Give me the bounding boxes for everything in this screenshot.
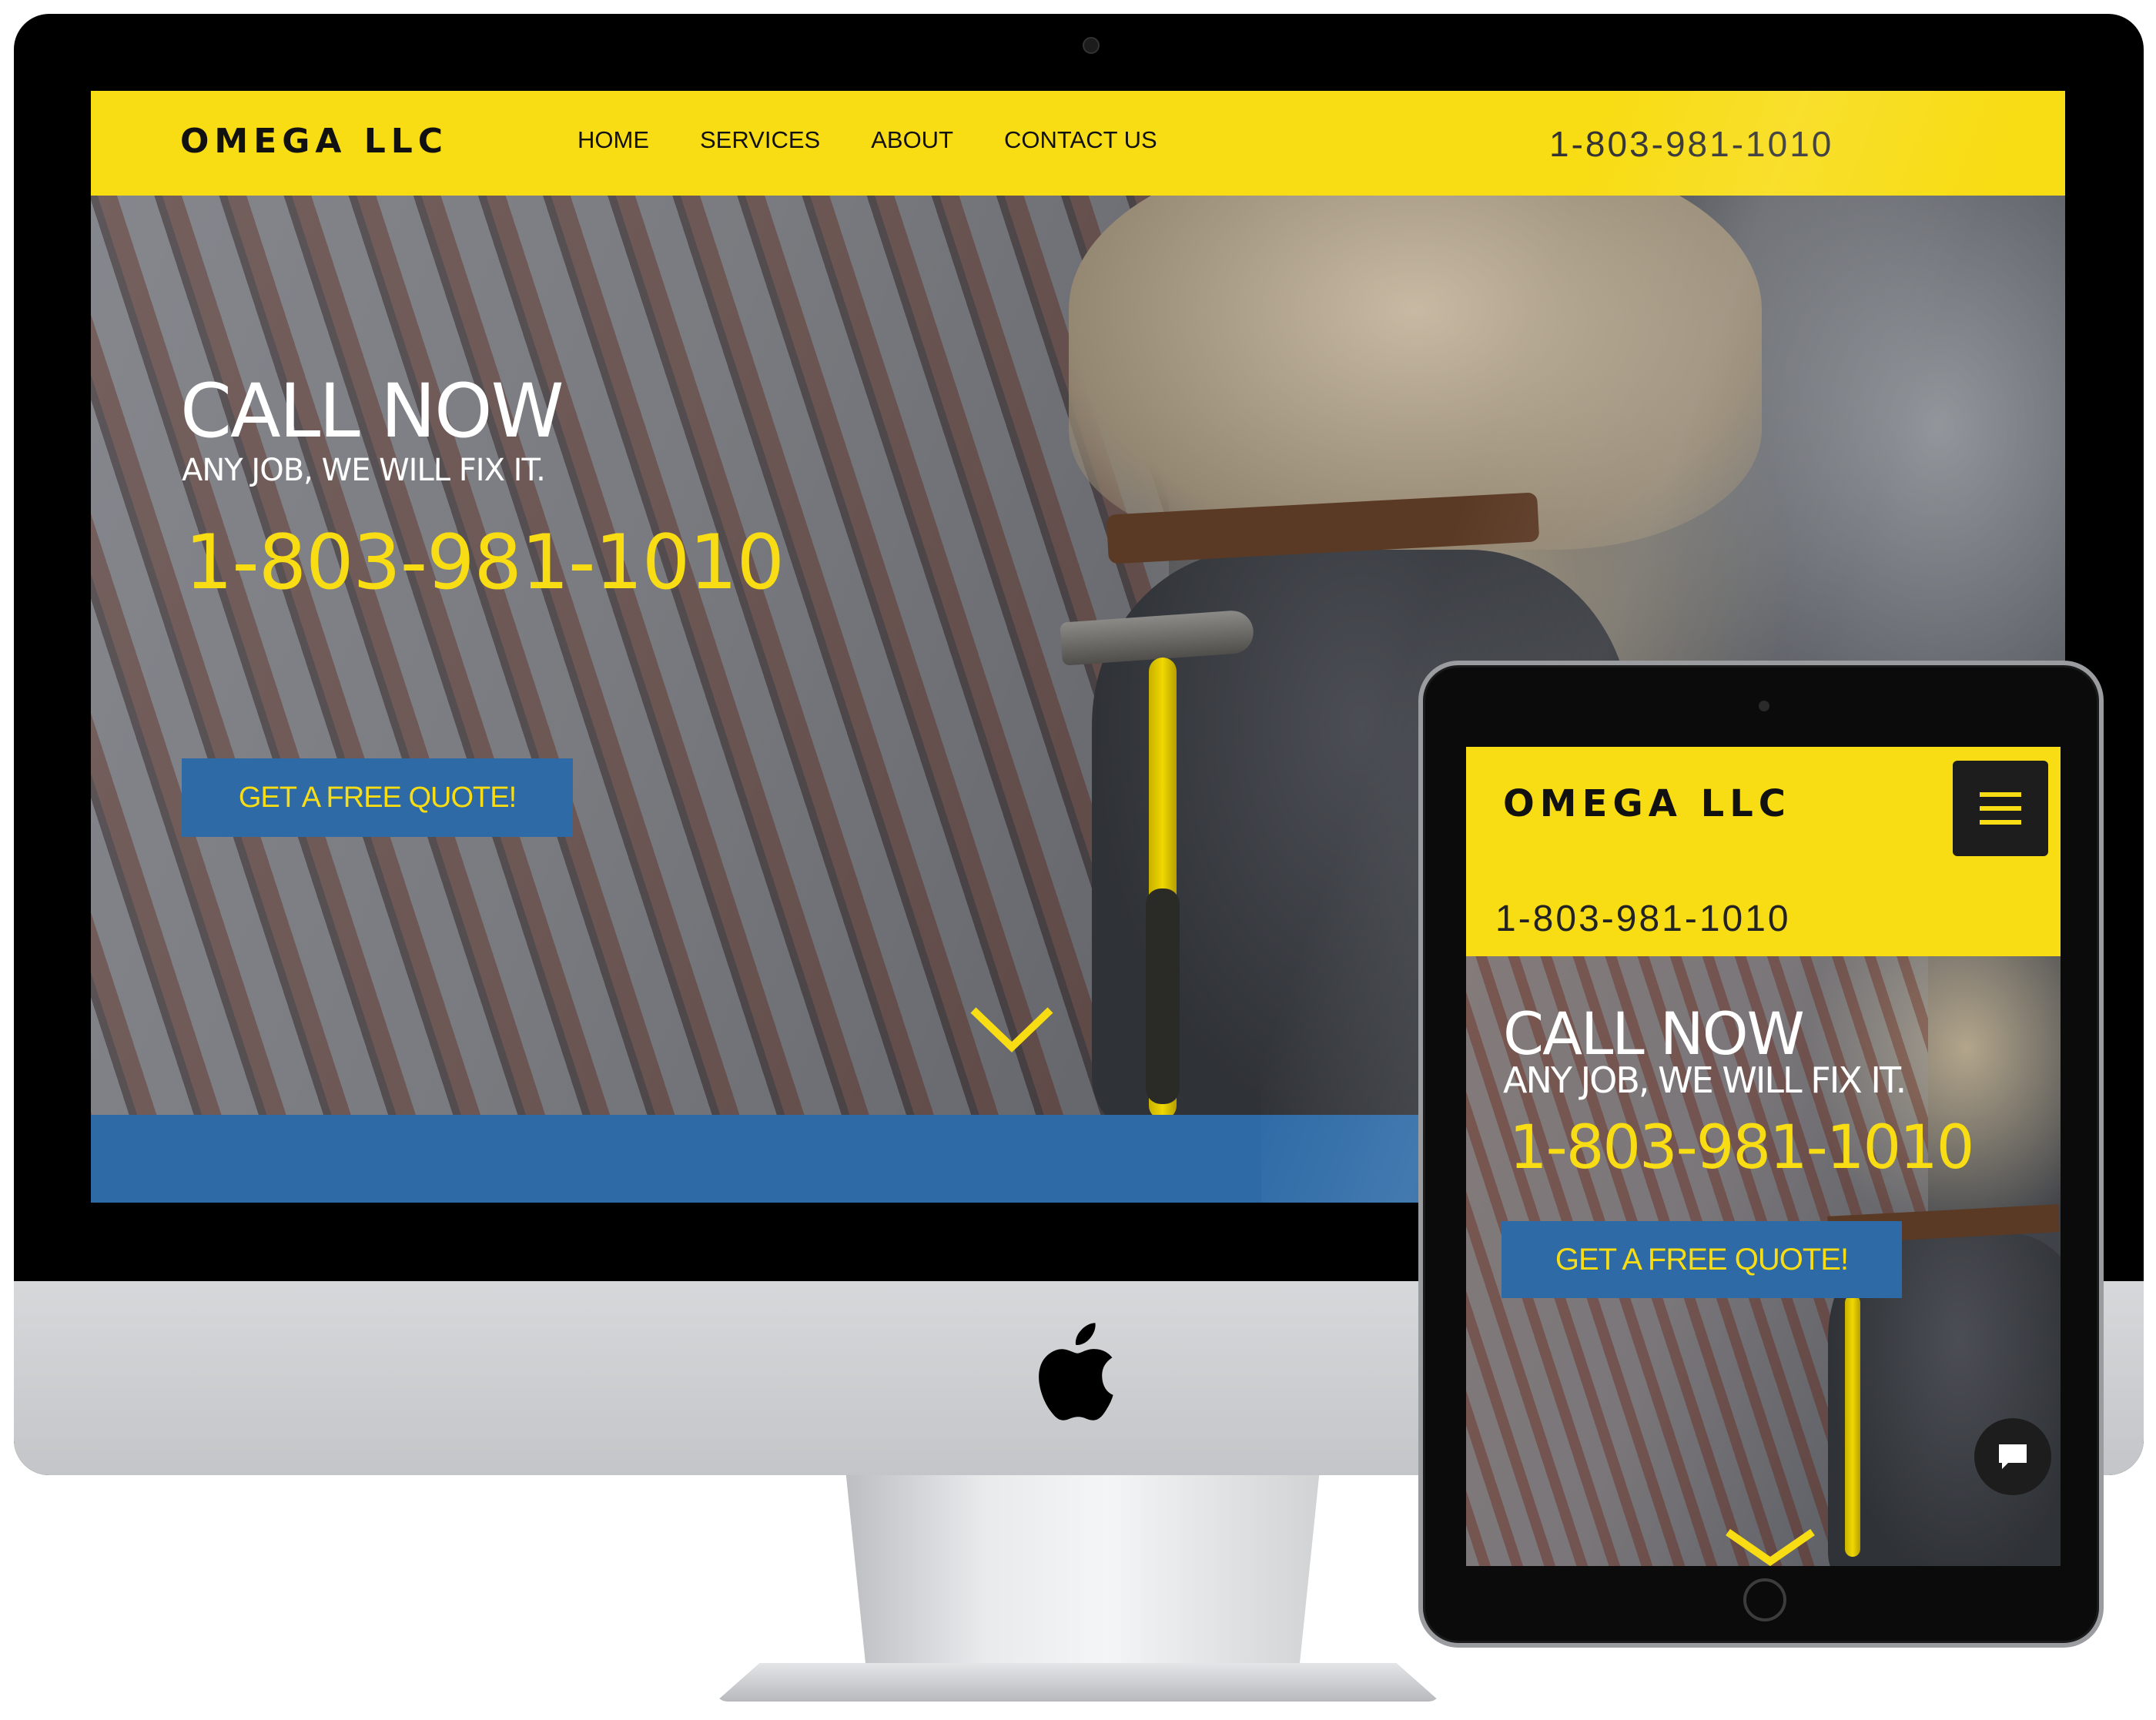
tablet-header-phone-number[interactable]: 1-803-981-1010 [1495, 898, 1791, 940]
tablet-get-free-quote-button[interactable]: GET A FREE QUOTE! [1502, 1221, 1902, 1298]
tablet-hero-subheadline: ANY JOB, WE WILL FIX IT. [1503, 1059, 1907, 1101]
get-free-quote-button[interactable]: GET A FREE QUOTE! [182, 758, 573, 837]
tablet-camera-icon [1759, 701, 1769, 711]
tablet-screen: OMEGA LLC 1-803-981-1010 CALL NOW ANY JO… [1466, 747, 2061, 1566]
scroll-down-chevron-icon[interactable] [969, 1006, 1055, 1053]
menu-bar [1980, 806, 2021, 811]
tablet-device-frame: OMEGA LLC 1-803-981-1010 CALL NOW ANY JO… [1418, 661, 2104, 1648]
imac-stand [845, 1475, 1320, 1666]
tablet-scroll-down-chevron-icon[interactable] [1723, 1528, 1817, 1566]
hamburger-menu-icon[interactable] [1953, 761, 2048, 856]
tablet-hero-phone-number[interactable]: 1-803-981-1010 [1509, 1113, 1974, 1183]
menu-bar [1980, 792, 2021, 797]
site-logo[interactable]: OMEGA LLC [180, 122, 448, 161]
nav-item-contact-us[interactable]: CONTACT US [1004, 126, 1157, 154]
tablet-hero-section: CALL NOW ANY JOB, WE WILL FIX IT. 1-803-… [1466, 956, 2061, 1566]
camera-icon [1083, 37, 1100, 54]
tablet-hammer-image [1845, 1295, 1860, 1557]
hammer-grip-image [1146, 888, 1180, 1104]
tablet-hero-headline: CALL NOW [1503, 999, 1805, 1068]
apple-logo-icon [1039, 1323, 1113, 1421]
nav-item-home[interactable]: HOME [578, 126, 649, 154]
tablet-site-logo[interactable]: OMEGA LLC [1503, 782, 1791, 825]
imac-stand-base [716, 1663, 1440, 1702]
nav-item-services[interactable]: SERVICES [700, 126, 820, 154]
chat-glyph-icon [1999, 1444, 2027, 1469]
tablet-site-header: OMEGA LLC 1-803-981-1010 [1466, 747, 2061, 956]
chat-bubble-icon[interactable] [1974, 1418, 2051, 1495]
tablet-home-button [1743, 1578, 1786, 1621]
nav-item-about[interactable]: ABOUT [871, 126, 953, 154]
hero-subheadline: ANY JOB, WE WILL FIX IT. [182, 453, 546, 488]
hero-phone-number[interactable]: 1-803-981-1010 [185, 519, 785, 607]
hero-headline: CALL NOW [180, 368, 564, 454]
menu-bar [1980, 820, 2021, 825]
hero-background-bricks [91, 196, 1169, 1115]
main-nav: HOME SERVICES ABOUT CONTACT US [578, 126, 1157, 154]
